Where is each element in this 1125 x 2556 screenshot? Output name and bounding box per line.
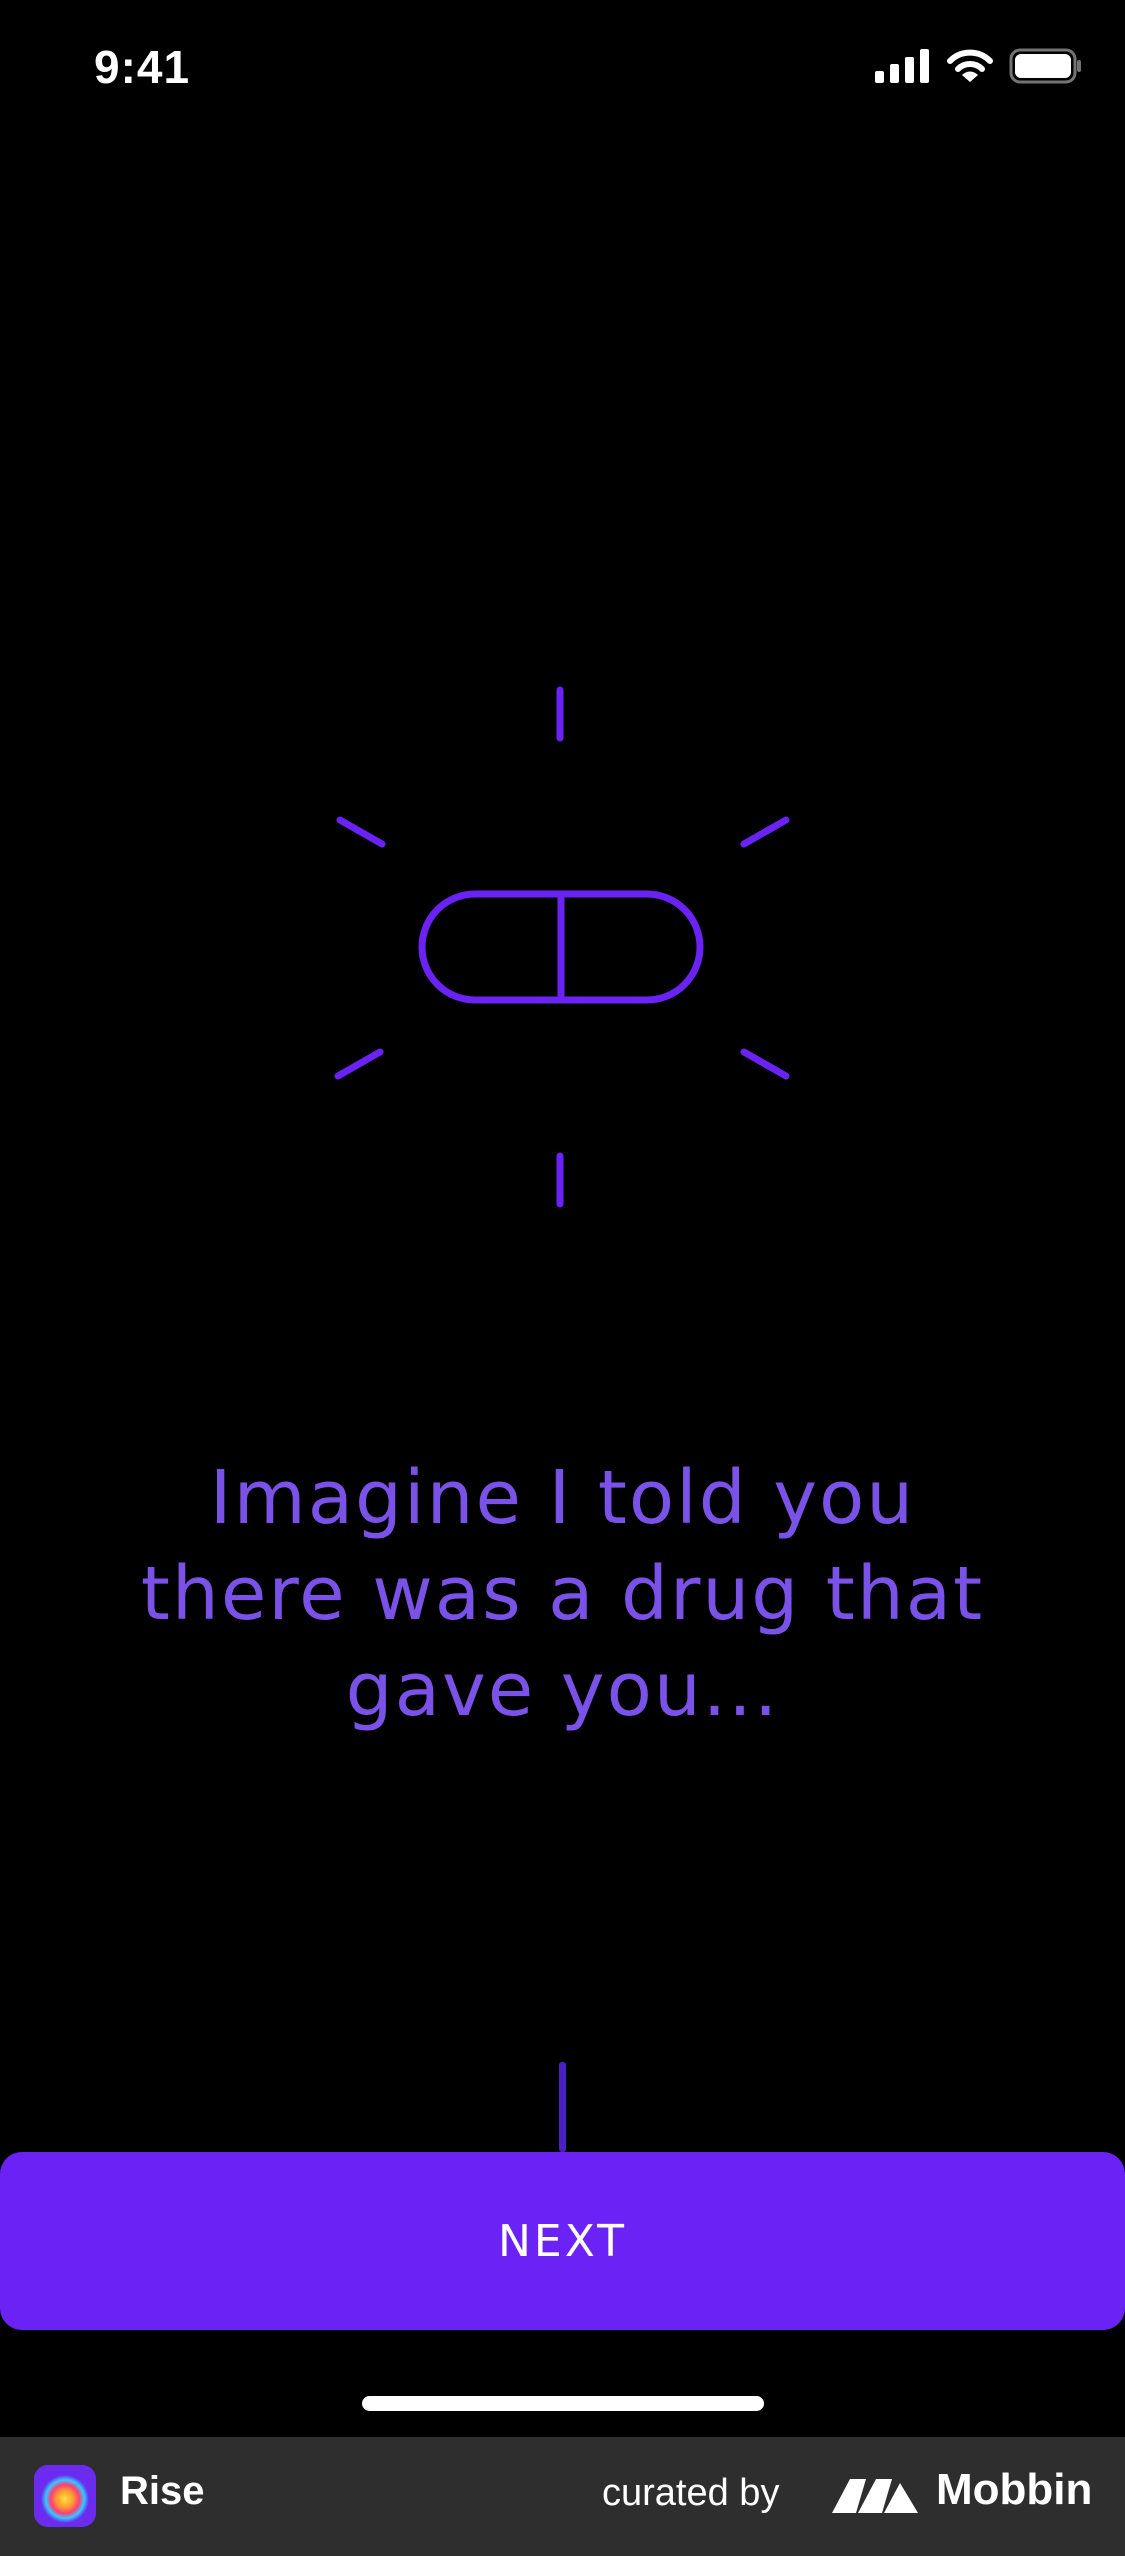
battery-icon — [1009, 48, 1081, 84]
next-button[interactable]: NEXT — [0, 2152, 1125, 2330]
message-line: gave you... — [345, 1647, 780, 1733]
status-time: 9:41 — [94, 41, 191, 93]
status-icons — [875, 48, 1083, 84]
pill-icon — [334, 686, 790, 1208]
app-icon — [34, 2465, 96, 2527]
home-indicator[interactable] — [362, 2396, 764, 2411]
wifi-icon — [947, 49, 993, 82]
hero-illustration — [0, 660, 1125, 1220]
mobbin-logo-icon — [832, 2479, 918, 2513]
mobbin-brand: Mobbin — [936, 2465, 1093, 2514]
app-name: Rise — [120, 2469, 205, 2513]
message-line: there was a drug that — [140, 1551, 985, 1637]
attribution-footer: Rise curated by Mobbin — [0, 2437, 1125, 2556]
status-bar: 9:41 — [0, 0, 1125, 140]
connector-line — [559, 2062, 566, 2152]
cellular-signal-icon — [875, 49, 929, 83]
curated-by-label: curated by — [602, 2472, 780, 2514]
message-line: Imagine I told you — [209, 1455, 916, 1541]
rise-logo-icon — [34, 2465, 96, 2527]
intro-message: Imagine I told you there was a drug that… — [80, 1450, 1045, 1738]
